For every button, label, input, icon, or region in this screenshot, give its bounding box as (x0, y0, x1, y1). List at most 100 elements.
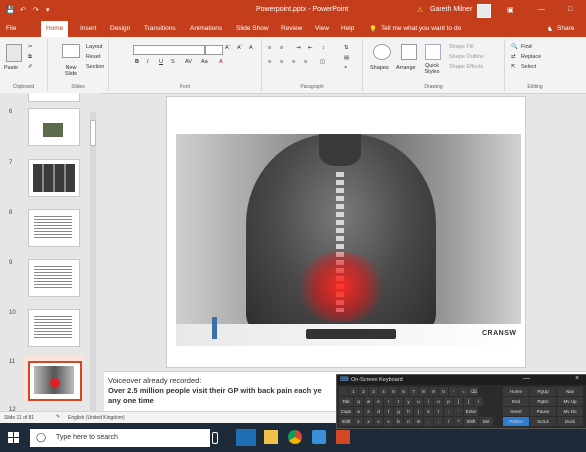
avatar[interactable] (477, 4, 491, 18)
osk-nav-key[interactable]: End (503, 397, 529, 406)
osk-key[interactable]: l (434, 407, 443, 416)
osk-key[interactable]: . (434, 417, 443, 426)
shapes-icon[interactable] (373, 44, 391, 60)
line-spacing-icon[interactable]: ↕ (322, 45, 325, 51)
save-icon[interactable]: 💾 (6, 6, 15, 14)
settings-icon[interactable] (312, 430, 326, 444)
slide-thumbnail-9[interactable] (28, 259, 80, 297)
osk-key[interactable]: u (414, 397, 423, 406)
new-slide-icon[interactable] (62, 44, 80, 58)
scrollbar-thumb[interactable] (90, 120, 96, 146)
osk-nav-key[interactable]: Nav (557, 387, 583, 396)
tab-insert[interactable]: Insert (80, 25, 96, 32)
osk-key[interactable]: r (384, 397, 393, 406)
font-size-select[interactable] (205, 45, 223, 55)
osk-key[interactable]: Del (479, 417, 493, 426)
slide-thumbnail-8[interactable] (28, 209, 80, 247)
columns-icon[interactable]: ◫ (320, 59, 325, 65)
justify-icon[interactable]: ≡ (304, 59, 307, 65)
grow-font-icon[interactable]: Aˆ (225, 45, 231, 51)
quick-styles-button[interactable]: Quick Styles (421, 63, 443, 75)
quick-styles-icon[interactable] (425, 44, 441, 60)
layout-button[interactable]: Layout (86, 44, 103, 50)
osk-key[interactable]: k (424, 407, 433, 416)
find-icon[interactable]: 🔍 (511, 44, 518, 50)
taskbar-search[interactable]: ◯ Type here to search (30, 429, 210, 447)
osk-title-bar[interactable]: ⌨ On-Screen Keyboard — × (337, 375, 586, 385)
chrome-icon[interactable] (288, 430, 302, 444)
tab-transitions[interactable]: Transitions (144, 25, 176, 32)
osk-key[interactable]: ; (444, 407, 453, 416)
osk-key[interactable]: ' (454, 407, 463, 416)
osk-key[interactable]: z (354, 417, 363, 426)
align-right-icon[interactable]: ≡ (292, 59, 295, 65)
thumbnail-5-partial[interactable] (28, 93, 80, 102)
osk-key[interactable]: y (404, 397, 413, 406)
osk-key[interactable]: v (384, 417, 393, 426)
shape-effects-button[interactable]: Shape Effects (449, 64, 483, 70)
osk-nav-key[interactable]: Home (503, 387, 529, 396)
align-center-icon[interactable]: ≡ (280, 59, 283, 65)
slide-thumbnail-10[interactable] (28, 309, 80, 347)
maximize-icon[interactable]: □ (568, 6, 572, 13)
osk-key[interactable]: 3 (369, 387, 378, 396)
osk-key[interactable]: Shift (464, 417, 478, 426)
osk-nav-key[interactable]: Mv Up (557, 397, 583, 406)
replace-button[interactable]: Replace (521, 54, 541, 60)
tab-help[interactable]: Help (341, 25, 354, 32)
osk-key[interactable] (339, 387, 348, 396)
osk-key[interactable]: - (449, 387, 458, 396)
char-spacing-button[interactable]: AV (185, 59, 192, 65)
slide-thumbnail-11[interactable] (28, 361, 82, 401)
osk-key[interactable]: c (374, 417, 383, 426)
osk-nav-key[interactable]: Pause (530, 407, 556, 416)
file-explorer-icon[interactable] (264, 430, 278, 444)
osk-key[interactable]: Shift (339, 417, 353, 426)
osk-key[interactable]: b (394, 417, 403, 426)
osk-key[interactable]: n (404, 417, 413, 426)
shape-outline-button[interactable]: Shape Outline (449, 54, 484, 60)
osk-key[interactable]: Caps (339, 407, 353, 416)
osk-key[interactable]: 4 (379, 387, 388, 396)
osk-key[interactable]: i (424, 397, 433, 406)
slide-thumbnail-6[interactable] (28, 108, 80, 146)
osk-key[interactable]: w (364, 397, 373, 406)
minimize-icon[interactable]: — (538, 6, 545, 13)
osk-key[interactable]: s (364, 407, 373, 416)
user-name[interactable]: Gareth Milner (430, 6, 472, 13)
osk-key[interactable]: x (364, 417, 373, 426)
outdent-icon[interactable]: ⇤ (308, 45, 313, 51)
osk-key[interactable]: h (404, 407, 413, 416)
osk-key[interactable]: 8 (419, 387, 428, 396)
share-button[interactable]: Share (557, 25, 574, 32)
arrange-icon[interactable] (401, 44, 417, 60)
italic-button[interactable]: I (147, 59, 149, 65)
osk-nav-key[interactable]: PrtScn (503, 417, 529, 426)
redo-icon[interactable]: ↷ (33, 6, 39, 14)
osk-key[interactable]: 0 (439, 387, 448, 396)
change-case-icon[interactable]: Aa (201, 59, 208, 65)
font-name-select[interactable] (133, 45, 205, 55)
microphone-icon[interactable] (212, 432, 218, 444)
osk-key[interactable]: m (414, 417, 423, 426)
customize-icon[interactable]: ▾ (46, 6, 50, 14)
osk-key[interactable]: 1 (349, 387, 358, 396)
indent-icon[interactable]: ⇥ (296, 45, 301, 51)
osk-key[interactable]: d (374, 407, 383, 416)
paste-icon[interactable] (6, 44, 22, 62)
undo-icon[interactable]: ↶ (20, 6, 26, 14)
tab-review[interactable]: Review (281, 25, 302, 32)
osk-key[interactable]: / (444, 417, 453, 426)
osk-key[interactable]: g (394, 407, 403, 416)
share-icon[interactable]: ♞ (547, 25, 553, 33)
ribbon-display-icon[interactable]: ▣ (507, 6, 514, 14)
smartart-icon[interactable]: ◓ (344, 65, 347, 71)
tab-view[interactable]: View (315, 25, 329, 32)
osk-nav-key[interactable]: Dock (557, 417, 583, 426)
osk-key[interactable]: ^ (454, 417, 463, 426)
select-button[interactable]: Select (521, 64, 536, 70)
align-left-icon[interactable]: ≡ (268, 59, 271, 65)
osk-key[interactable]: t (394, 397, 403, 406)
osk-nav-key[interactable]: ScrLk (530, 417, 556, 426)
tab-home[interactable]: Home (41, 21, 69, 37)
